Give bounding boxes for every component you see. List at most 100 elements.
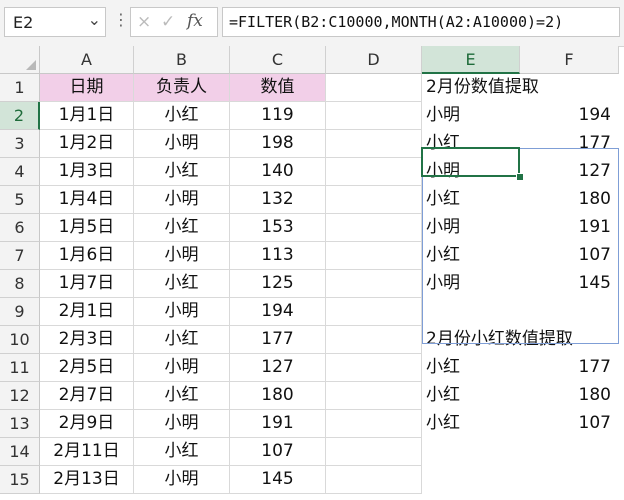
empty-cell[interactable]: [326, 298, 422, 326]
table-cell[interactable]: 1月6日: [40, 242, 134, 270]
table-cell[interactable]: 107: [230, 438, 326, 466]
result2-name-cell[interactable]: 小红: [422, 382, 520, 410]
formula-input[interactable]: =FILTER(B2:C10000,MONTH(A2:A10000)=2): [222, 7, 620, 37]
table-cell[interactable]: 1月1日: [40, 102, 134, 130]
table-cell[interactable]: 2月11日: [40, 438, 134, 466]
table-cell[interactable]: 小明: [134, 242, 230, 270]
empty-cell[interactable]: [326, 130, 422, 158]
table-cell[interactable]: 2月7日: [40, 382, 134, 410]
result1-name-cell[interactable]: 小红: [422, 186, 520, 214]
cancel-icon[interactable]: ×: [137, 12, 151, 32]
result1-value-cell[interactable]: 145: [520, 270, 619, 298]
table-cell[interactable]: 191: [230, 410, 326, 438]
empty-cell[interactable]: [326, 438, 422, 466]
row-header-5[interactable]: 5: [0, 186, 40, 214]
table-header-cell[interactable]: 负责人: [134, 74, 230, 102]
row-header-14[interactable]: 14: [0, 438, 40, 466]
result1-name-cell[interactable]: 小明: [422, 158, 520, 186]
row-header-2[interactable]: 2: [0, 102, 40, 130]
result1-value-cell[interactable]: 177: [520, 130, 619, 158]
empty-cell[interactable]: [326, 466, 422, 494]
result2-value-cell[interactable]: 177: [520, 354, 619, 382]
table-cell[interactable]: 125: [230, 270, 326, 298]
row-header-6[interactable]: 6: [0, 214, 40, 242]
insert-function-icon[interactable]: fx: [187, 11, 203, 31]
row-header-10[interactable]: 10: [0, 326, 40, 354]
table-cell[interactable]: 小明: [134, 354, 230, 382]
chevron-down-icon[interactable]: ⌄: [88, 10, 101, 29]
table-cell[interactable]: 2月3日: [40, 326, 134, 354]
result1-value-cell[interactable]: 194: [520, 102, 619, 130]
table-cell[interactable]: 113: [230, 242, 326, 270]
table-cell[interactable]: 194: [230, 298, 326, 326]
result1-value-cell[interactable]: 191: [520, 214, 619, 242]
result1-name-cell[interactable]: 小红: [422, 242, 520, 270]
result2-value-cell[interactable]: 107: [520, 410, 619, 438]
vertical-ellipsis-icon[interactable]: ⋮: [113, 10, 129, 29]
table-cell[interactable]: 小红: [134, 326, 230, 354]
result1-value-cell[interactable]: 127: [520, 158, 619, 186]
table-cell[interactable]: 198: [230, 130, 326, 158]
table-cell[interactable]: 153: [230, 214, 326, 242]
table-cell[interactable]: 2月1日: [40, 298, 134, 326]
select-all-corner[interactable]: [0, 46, 40, 74]
table-cell[interactable]: 小红: [134, 438, 230, 466]
empty-cell[interactable]: [326, 186, 422, 214]
column-header-d[interactable]: D: [326, 46, 422, 74]
row-header-1[interactable]: 1: [0, 74, 40, 102]
result1-value-cell[interactable]: 107: [520, 242, 619, 270]
empty-cell[interactable]: [326, 74, 422, 102]
result2-name-cell[interactable]: 小红: [422, 410, 520, 438]
table-cell[interactable]: 1月3日: [40, 158, 134, 186]
table-cell[interactable]: 小明: [134, 186, 230, 214]
empty-cell[interactable]: [326, 326, 422, 354]
table-cell[interactable]: 小红: [134, 270, 230, 298]
result1-name-cell[interactable]: 小明: [422, 214, 520, 242]
column-header-a[interactable]: A: [40, 46, 134, 74]
column-header-e[interactable]: E: [422, 46, 520, 74]
empty-cell[interactable]: [326, 382, 422, 410]
result1-value-cell[interactable]: 180: [520, 186, 619, 214]
row-header-11[interactable]: 11: [0, 354, 40, 382]
result1-name-cell[interactable]: 小红: [422, 130, 520, 158]
empty-cell[interactable]: [326, 158, 422, 186]
result2-value-cell[interactable]: 180: [520, 382, 619, 410]
table-cell[interactable]: 小明: [134, 466, 230, 494]
table-cell[interactable]: 180: [230, 382, 326, 410]
table-cell[interactable]: 1月5日: [40, 214, 134, 242]
table-cell[interactable]: 177: [230, 326, 326, 354]
result1-title[interactable]: 2月份数值提取: [422, 74, 539, 102]
result1-name-cell[interactable]: 小明: [422, 270, 520, 298]
table-cell[interactable]: 2月13日: [40, 466, 134, 494]
empty-cell[interactable]: [326, 270, 422, 298]
row-header-15[interactable]: 15: [0, 466, 40, 494]
row-header-3[interactable]: 3: [0, 130, 40, 158]
table-cell[interactable]: 2月9日: [40, 410, 134, 438]
row-header-4[interactable]: 4: [0, 158, 40, 186]
table-header-cell[interactable]: 数值: [230, 74, 326, 102]
table-cell[interactable]: 1月4日: [40, 186, 134, 214]
result1-name-cell[interactable]: 小明: [422, 102, 520, 130]
empty-cell[interactable]: [326, 410, 422, 438]
table-cell[interactable]: 小明: [134, 410, 230, 438]
table-cell[interactable]: 小明: [134, 130, 230, 158]
table-cell[interactable]: 145: [230, 466, 326, 494]
table-cell[interactable]: 小明: [134, 298, 230, 326]
row-header-7[interactable]: 7: [0, 242, 40, 270]
table-cell[interactable]: 119: [230, 102, 326, 130]
table-cell[interactable]: 小红: [134, 158, 230, 186]
column-header-f[interactable]: F: [520, 46, 619, 74]
table-cell[interactable]: 1月2日: [40, 130, 134, 158]
result2-name-cell[interactable]: 小红: [422, 354, 520, 382]
column-header-b[interactable]: B: [134, 46, 230, 74]
table-cell[interactable]: 132: [230, 186, 326, 214]
empty-cell[interactable]: [326, 102, 422, 130]
result2-title[interactable]: 2月份小红数值提取: [422, 326, 573, 354]
empty-cell[interactable]: [326, 354, 422, 382]
name-box[interactable]: E2 ⌄: [4, 7, 106, 37]
table-header-cell[interactable]: 日期: [40, 74, 134, 102]
empty-cell[interactable]: [326, 214, 422, 242]
table-cell[interactable]: 小红: [134, 102, 230, 130]
table-cell[interactable]: 127: [230, 354, 326, 382]
row-header-8[interactable]: 8: [0, 270, 40, 298]
